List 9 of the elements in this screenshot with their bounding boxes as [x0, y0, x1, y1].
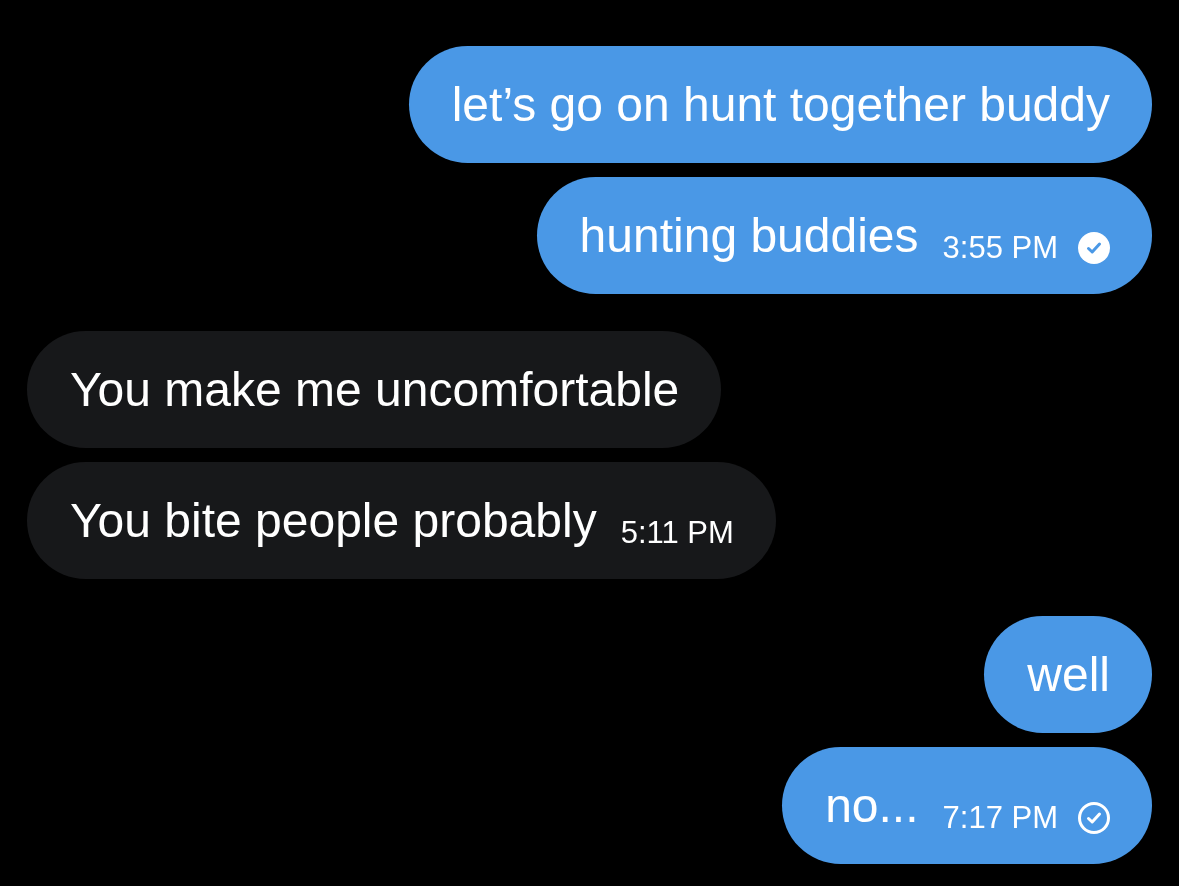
timestamp: 7:17 PM	[942, 799, 1058, 836]
message-text: let’s go on hunt together buddy	[451, 76, 1110, 133]
message-text: You bite people probably	[70, 492, 597, 549]
message-text: You make me uncomfortable	[70, 361, 680, 418]
timestamp: 3:55 PM	[942, 229, 1058, 266]
message-text: hunting buddies	[579, 207, 919, 264]
message-text: well	[1027, 646, 1110, 703]
message-text: no...	[825, 777, 919, 834]
timestamp: 5:11 PM	[620, 514, 734, 551]
